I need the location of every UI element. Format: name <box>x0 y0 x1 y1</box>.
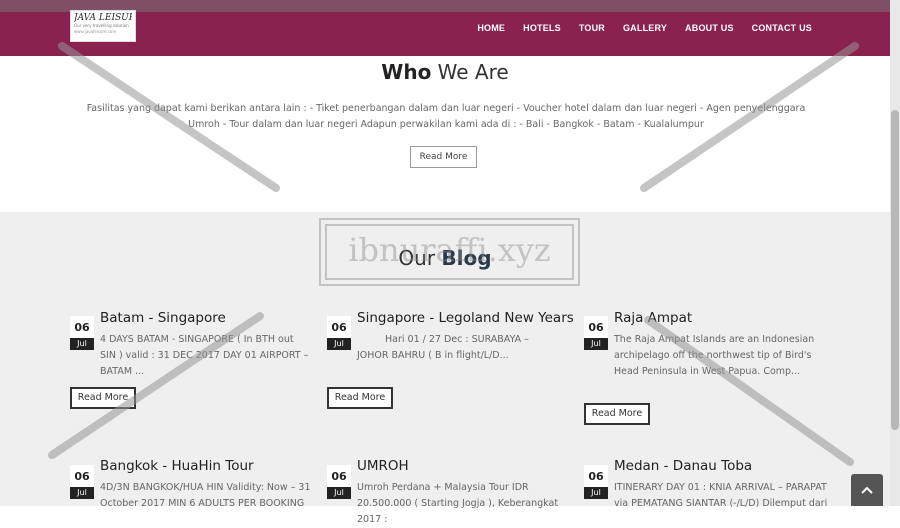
post-excerpt-text: The Raja Ampat Islands are an Indonesian… <box>614 334 815 377</box>
about-read-more-button[interactable]: Read More <box>410 146 477 168</box>
post-date: 06 Jul <box>70 316 94 350</box>
post-title[interactable]: Raja Ampat <box>614 310 692 326</box>
post-day: 06 <box>584 465 608 487</box>
post-month: Jul <box>327 338 351 350</box>
post-day: 06 <box>327 316 351 338</box>
watermark-text: ibnuraffi.xyz <box>348 231 551 269</box>
scrollbar-thumb[interactable] <box>891 110 899 430</box>
post-date: 06 Jul <box>327 465 351 499</box>
post-day: 06 <box>584 316 608 338</box>
post-month: Jul <box>70 338 94 350</box>
logo-title: JAVA LEISURE <box>74 13 132 23</box>
post-excerpt: The Raja Ampat Islands are an Indonesian… <box>614 332 834 380</box>
post-excerpt: 4 DAYS BATAM - SINGAPORE ( In BTH out SI… <box>100 334 309 377</box>
post-day: 06 <box>70 465 94 487</box>
post-title[interactable]: Medan - Danau Toba <box>614 458 752 474</box>
post-date: 06 Jul <box>584 465 608 499</box>
nav-about-us[interactable]: ABOUT US <box>676 23 743 33</box>
post-date: 06 Jul <box>70 465 94 499</box>
page-scrollbar[interactable] <box>890 0 900 506</box>
back-to-top-button[interactable] <box>851 474 883 506</box>
post-month: Jul <box>70 487 94 499</box>
post-excerpt: 4D/3N BANGKOK/HUA HIN Validity: Now – 31… <box>100 482 311 509</box>
post-title[interactable]: Bangkok - HuaHin Tour <box>100 458 254 474</box>
site-logo[interactable]: JAVA LEISURE Our very travelling solutio… <box>70 10 136 42</box>
post-excerpt: ITINERARY DAY 01 : KNIA ARRIVAL – PARAPA… <box>614 482 828 509</box>
post-excerpt: Hari 01 / 27 Dec : SURABAYA – JOHOR BAHR… <box>357 334 529 361</box>
post-month: Jul <box>327 487 351 499</box>
post-day: 06 <box>70 316 94 338</box>
post-title[interactable]: Batam - Singapore <box>100 310 226 326</box>
main-nav: HOME HOTELS TOUR GALLERY ABOUT US CONTAC… <box>468 0 821 56</box>
about-heading-bold: Who <box>381 60 432 84</box>
post-day: 06 <box>327 465 351 487</box>
about-heading-rest: We Are <box>431 60 509 84</box>
nav-contact-us[interactable]: CONTACT US <box>743 23 821 33</box>
nav-gallery[interactable]: GALLERY <box>614 23 676 33</box>
post-read-more-button[interactable]: Read More <box>327 387 393 409</box>
post-title[interactable]: Singapore - Legoland New Years <box>357 310 574 326</box>
post-title[interactable]: UMROH <box>357 458 409 474</box>
about-heading: Who We Are <box>0 60 890 84</box>
post-date: 06 Jul <box>327 316 351 350</box>
post-month: Jul <box>584 487 608 499</box>
nav-hotels[interactable]: HOTELS <box>514 23 570 33</box>
about-text: Fasilitas yang dapat kami berikan antara… <box>86 103 806 130</box>
logo-small-text: www.javaleisure.com <box>74 29 117 34</box>
post-read-more-button[interactable]: Read More <box>584 403 650 425</box>
post-excerpt: Umroh Perdana + Malaysia Tour IDR 20.500… <box>357 482 559 525</box>
post-read-more-button[interactable]: Read More <box>70 387 136 409</box>
chevron-up-icon <box>861 486 873 494</box>
nav-tour[interactable]: TOUR <box>570 23 614 33</box>
post-date: 06 Jul <box>584 316 608 350</box>
nav-home[interactable]: HOME <box>468 23 514 33</box>
post-month: Jul <box>584 338 608 350</box>
